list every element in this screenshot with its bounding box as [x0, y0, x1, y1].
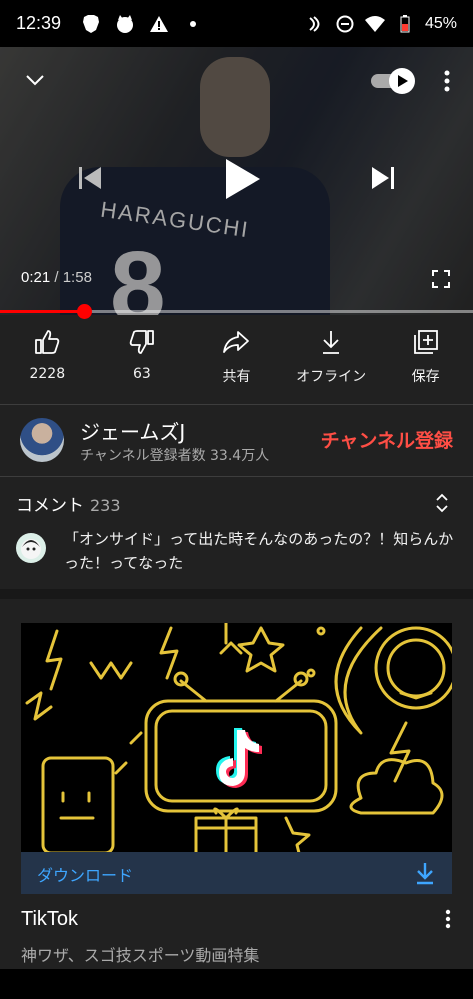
play-icon [226, 159, 260, 199]
ad-subtitle: 神ワザ、スゴ技スポーツ動画特集 [21, 946, 260, 965]
autoplay-toggle-icon [371, 68, 415, 94]
ad-more-button[interactable] [445, 908, 455, 932]
save-label: 保存 [411, 369, 440, 385]
fullscreen-button[interactable] [429, 267, 453, 291]
commenter-avatar [16, 533, 46, 563]
play-button[interactable] [216, 153, 268, 205]
battery-percent: 45% [424, 14, 457, 32]
duration: 1:58 [62, 269, 92, 286]
chevron-down-icon [26, 75, 44, 86]
save-button[interactable]: 保存 [381, 326, 471, 394]
divider [0, 404, 473, 405]
progress-fill [0, 310, 85, 313]
unfold-icon [436, 493, 448, 513]
thumb-down-icon [129, 330, 154, 354]
comments-header: コメント 233 [16, 491, 121, 516]
brave-lion-icon [81, 14, 101, 34]
dislike-count: 63 [132, 366, 151, 382]
offline-button[interactable]: オフライン [286, 326, 376, 394]
channel-avatar[interactable] [20, 418, 64, 462]
skip-next-icon [372, 167, 394, 189]
fullscreen-icon [432, 270, 450, 288]
comments-count: 233 [90, 496, 121, 515]
comments-section[interactable]: コメント 233 「オンサイド」って出た時そんなのあったの？！知らんかった！ってな… [0, 477, 473, 589]
top-comment-text: 「オンサイド」って出た時そんなのあったの？！知らんかった！ってなった [64, 530, 454, 572]
next-button[interactable] [365, 160, 401, 196]
collapse-button[interactable] [20, 65, 50, 95]
wifi-icon [364, 14, 385, 34]
download-icon [417, 863, 433, 885]
nfc-icon [305, 14, 325, 34]
channel-row[interactable]: ジェームズJ チャンネル登録者数 33.4万人 チャンネル登録 [0, 406, 473, 474]
more-vert-icon [445, 909, 451, 929]
autoplay-toggle[interactable] [369, 67, 417, 95]
warning-icon [149, 14, 169, 34]
ad-download-button[interactable] [414, 861, 436, 885]
current-time: 0:21 [21, 269, 51, 286]
do-not-disturb-icon [335, 14, 355, 34]
expand-comments-button[interactable] [433, 493, 451, 513]
progress-bar[interactable] [0, 304, 473, 319]
offline-label: オフライン [296, 369, 367, 385]
cat-app-icon [115, 14, 135, 34]
share-label: 共有 [222, 369, 251, 385]
scrubber-handle[interactable] [77, 304, 93, 319]
status-bar: 12:39 45% [0, 0, 473, 47]
navigation-bar-area [0, 969, 473, 999]
ad-title[interactable]: TikTok [21, 908, 78, 931]
ad-download-bar[interactable]: ダウンロード [21, 852, 452, 894]
playlist-add-icon [413, 330, 438, 354]
video-player[interactable]: HARAGUCHI 8 0:21 / 1:58 [0, 47, 473, 315]
like-button[interactable]: 2228 [2, 326, 92, 394]
notification-dot-icon [183, 14, 203, 34]
ad-download-label[interactable]: ダウンロード [37, 862, 133, 886]
tiktok-doodle-artwork [25, 623, 452, 852]
subscribe-button[interactable]: チャンネル登録 [321, 426, 453, 453]
channel-name[interactable]: ジェームズJ [80, 416, 185, 445]
ad-banner-image[interactable] [21, 623, 452, 852]
thumb-up-icon [35, 330, 60, 354]
dislike-button[interactable]: 63 [97, 326, 187, 394]
player-more-button[interactable] [437, 67, 457, 95]
action-row: 2228 63 共有 オフライン 保存 [0, 326, 473, 394]
skip-previous-icon [79, 167, 101, 189]
share-button[interactable]: 共有 [191, 326, 281, 394]
previous-button[interactable] [72, 160, 108, 196]
section-gap [0, 589, 473, 599]
battery-icon [395, 14, 415, 34]
time-separator: / [50, 269, 63, 286]
share-icon [223, 331, 250, 353]
status-time: 12:39 [16, 13, 62, 33]
time-display: 0:21 / 1:58 [21, 269, 92, 286]
more-vert-icon [444, 70, 450, 92]
comments-title: コメント [16, 496, 84, 516]
download-icon [323, 331, 340, 354]
like-count: 2228 [29, 366, 66, 382]
subscriber-count: チャンネル登録者数 33.4万人 [80, 448, 270, 464]
